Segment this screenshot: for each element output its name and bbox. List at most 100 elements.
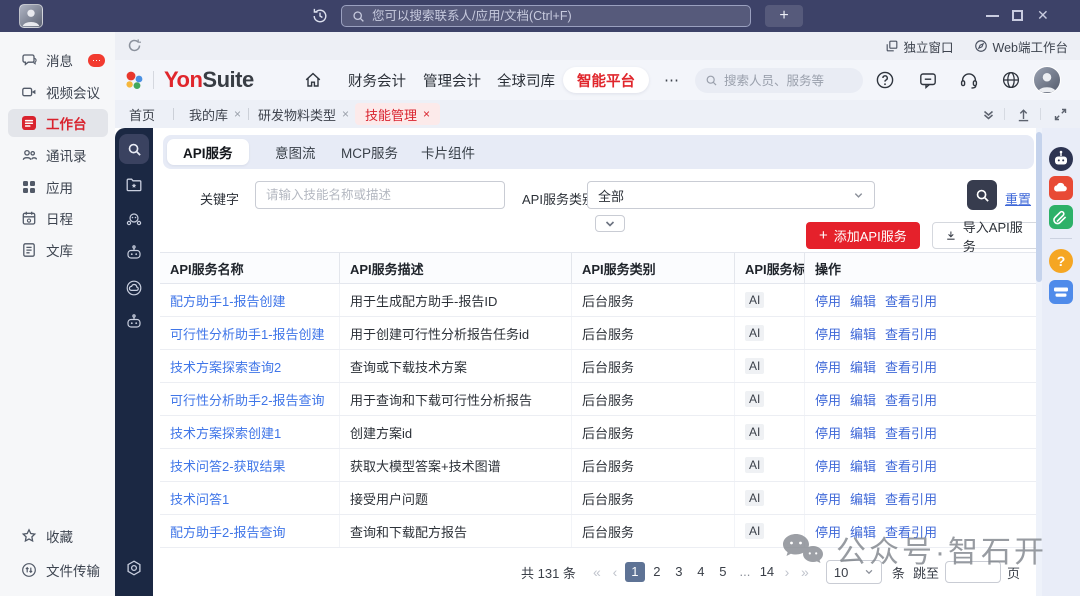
tab-card-component[interactable]: 卡片组件 [405,139,491,165]
add-api-service-button[interactable]: + 添加API服务 [806,222,920,249]
minimize-button[interactable] [986,15,999,17]
history-icon[interactable] [311,7,329,25]
nav-item-financial-accounting[interactable]: 财务会计 [348,60,406,100]
nav-item-management-accounting[interactable]: 管理会计 [423,60,481,100]
expand-icon[interactable] [1053,107,1068,122]
row-action-disable[interactable]: 停用 [815,522,841,541]
row-action-view-references[interactable]: 查看引用 [885,390,937,409]
service-name-link[interactable]: 配方助手2-报告查询 [170,522,286,541]
service-name-link[interactable]: 技术方案探索查询2 [170,357,281,376]
row-action-edit[interactable]: 编辑 [850,390,876,409]
first-page-button[interactable]: « [588,564,606,580]
sidebar-item-apps[interactable]: 应用 [8,173,108,201]
reset-link[interactable]: 重置 [1005,189,1031,208]
upload-tab-icon[interactable] [1016,107,1031,122]
agent-group-icon[interactable] [125,210,143,228]
home-icon[interactable] [303,70,323,90]
tab-list-chevron-icon[interactable] [981,107,996,122]
page-size-select[interactable]: 10 [826,560,882,584]
profile-avatar[interactable] [1033,66,1061,94]
settings-gear-icon[interactable] [125,559,143,577]
row-action-edit[interactable]: 编辑 [850,357,876,376]
row-action-view-references[interactable]: 查看引用 [885,357,937,376]
row-action-view-references[interactable]: 查看引用 [885,291,937,310]
row-action-edit[interactable]: 编辑 [850,423,876,442]
row-action-view-references[interactable]: 查看引用 [885,489,937,508]
tab-api-service[interactable]: API服务 [167,139,249,165]
headset-icon[interactable] [959,70,979,90]
robot-icon-2[interactable] [125,313,143,331]
service-name-link[interactable]: 可行性分析助手2-报告查询 [170,390,325,409]
nav-more-button[interactable]: ⋯ [664,60,680,100]
row-action-disable[interactable]: 停用 [815,324,841,343]
tab-my-library[interactable]: 我的库 × [189,100,241,128]
keyword-input[interactable] [255,181,505,209]
sidebar-item-workbench[interactable]: 工作台 [8,109,108,137]
sidebar-item-video-meeting[interactable]: 视频会议 [8,78,108,106]
service-name-link[interactable]: 技术问答1 [170,489,229,508]
row-action-edit[interactable]: 编辑 [850,522,876,541]
tab-rd-material-type[interactable]: 研发物料类型 × [258,100,349,128]
sidebar-item-contacts[interactable]: 通讯录 [8,141,108,169]
filter-search-button[interactable] [967,180,997,210]
row-action-edit[interactable]: 编辑 [850,489,876,508]
service-name-link[interactable]: 可行性分析助手1-报告创建 [170,324,325,343]
favorite-folder-icon[interactable] [125,176,143,194]
close-icon[interactable]: × [234,107,241,121]
attachment-app-icon[interactable] [1049,205,1073,229]
import-api-service-button[interactable]: 导入API服务 [932,222,1042,249]
ai-assistant-icon[interactable] [1049,147,1073,171]
tab-home[interactable]: 首页 [129,100,155,128]
service-name-link[interactable]: 技术方案探索创建1 [170,423,281,442]
tab-skill-management[interactable]: 技能管理 × [355,103,440,125]
page-number-button[interactable]: 1 [625,562,645,582]
help-badge-icon[interactable]: ? [1049,249,1073,273]
tab-intent-flow[interactable]: 意图流 [259,139,332,165]
next-page-button[interactable]: › [778,564,796,580]
nav-item-ai-platform[interactable]: 智能平台 [563,67,649,93]
row-action-disable[interactable]: 停用 [815,456,841,475]
row-action-disable[interactable]: 停用 [815,423,841,442]
maximize-button[interactable] [1012,10,1023,21]
new-tab-button[interactable]: + [765,5,803,27]
sidebar-item-library[interactable]: 文库 [8,236,108,264]
web-workbench-link[interactable]: Web端工作台 [974,37,1068,56]
robot-icon[interactable] [125,244,143,262]
jump-page-input[interactable] [945,561,1001,583]
page-number-button[interactable]: 4 [691,562,711,582]
row-action-edit[interactable]: 编辑 [850,456,876,475]
sidebar-item-messages[interactable]: 消息 ⋯ [8,46,108,74]
user-avatar[interactable] [19,4,43,28]
row-action-disable[interactable]: 停用 [815,390,841,409]
close-icon[interactable]: × [423,107,430,121]
row-action-view-references[interactable]: 查看引用 [885,456,937,475]
feedback-icon[interactable] [918,70,938,90]
sidebar-item-file-transfer[interactable]: 文件传输 [8,556,108,584]
page-number-button[interactable]: 2 [647,562,667,582]
nav-item-global-treasury[interactable]: 全球司库 [497,60,555,100]
row-action-disable[interactable]: 停用 [815,357,841,376]
cloud-sync-icon[interactable] [125,279,143,297]
category-select[interactable]: 全部 [587,181,875,209]
global-search[interactable] [341,5,751,27]
row-action-view-references[interactable]: 查看引用 [885,522,937,541]
independent-window-link[interactable]: 独立窗口 [885,37,954,56]
page-number-button[interactable]: 3 [669,562,689,582]
row-action-disable[interactable]: 停用 [815,291,841,310]
page-number-button[interactable]: 14 [757,562,777,582]
service-name-link[interactable]: 技术问答2-获取结果 [170,456,286,475]
globe-icon[interactable] [1001,70,1021,90]
page-number-button[interactable]: ... [735,562,755,582]
yonyou-app-icon[interactable] [1049,176,1073,200]
close-icon[interactable]: × [342,107,349,121]
tab-mcp-service[interactable]: MCP服务 [325,139,414,165]
close-button[interactable]: ✕ [1037,7,1049,24]
rail-search-button[interactable] [119,134,149,164]
sidebar-item-schedule[interactable]: 日程 [8,204,108,232]
archive-app-icon[interactable] [1049,280,1073,304]
help-icon[interactable] [875,70,895,90]
refresh-icon[interactable] [127,38,142,53]
row-action-view-references[interactable]: 查看引用 [885,423,937,442]
last-page-button[interactable]: » [796,564,814,580]
sidebar-item-favorites[interactable]: 收藏 [8,522,108,550]
